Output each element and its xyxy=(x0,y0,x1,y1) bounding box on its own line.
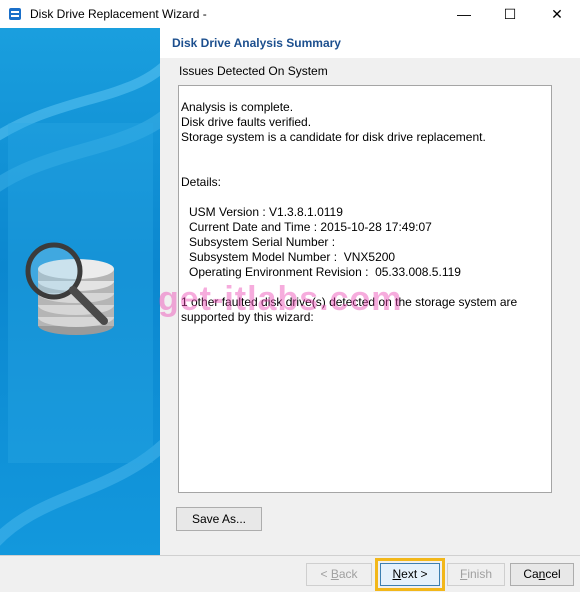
section-label: Issues Detected On System xyxy=(179,64,328,78)
wizard-header: Disk Drive Analysis Summary xyxy=(160,28,580,59)
wizard-content: Issues Detected On System Analysis is co… xyxy=(160,58,580,555)
minimize-button[interactable]: — xyxy=(441,0,487,28)
details-line: Subsystem Serial Number : xyxy=(189,235,336,249)
title-bar: Disk Drive Replacement Wizard - — ☐ ✕ xyxy=(0,0,580,28)
details-line: Details: xyxy=(181,175,222,189)
details-line: Subsystem Model Number : VNX5200 xyxy=(189,250,396,264)
details-line: Analysis is complete. xyxy=(181,100,294,114)
page-title: Disk Drive Analysis Summary xyxy=(172,36,341,50)
finish-button[interactable]: Finish xyxy=(447,563,505,586)
next-button[interactable]: Next > xyxy=(380,563,440,586)
analysis-details-textbox[interactable]: Analysis is complete. Disk drive faults … xyxy=(178,85,552,493)
back-button[interactable]: < Back xyxy=(306,563,372,586)
disk-wizard-icon xyxy=(9,8,21,20)
details-line: USM Version : V1.3.8.1.0119 xyxy=(189,205,343,219)
details-line: supported by this wizard: xyxy=(181,310,314,324)
window-title: Disk Drive Replacement Wizard - xyxy=(30,7,207,21)
details-line: Disk drive faults verified. xyxy=(181,115,312,129)
details-line: Storage system is a candidate for disk d… xyxy=(181,130,486,144)
disk-stack-magnifier-icon xyxy=(25,242,114,335)
close-button[interactable]: ✕ xyxy=(534,0,580,28)
cancel-button[interactable]: Cancel xyxy=(510,563,574,586)
details-line: Operating Environment Revision : 05.33.0… xyxy=(189,265,461,279)
wizard-side-banner xyxy=(0,28,160,555)
maximize-button[interactable]: ☐ xyxy=(487,0,533,28)
details-line: 1 other faulted disk drive(s) detected o… xyxy=(181,295,518,309)
details-line: Current Date and Time : 2015-10-28 17:49… xyxy=(189,220,432,234)
wizard-button-bar: < Back Next > Finish Cancel xyxy=(0,555,580,592)
save-as-button[interactable]: Save As... xyxy=(176,507,262,531)
